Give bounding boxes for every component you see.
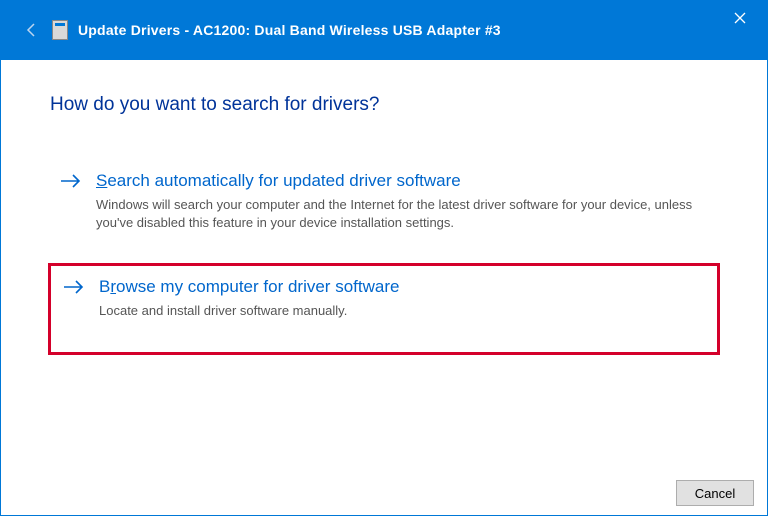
option-desc: Locate and install driver software manua…: [99, 302, 705, 320]
close-button[interactable]: [720, 4, 760, 32]
arrow-left-icon: [24, 22, 40, 38]
wizard-body: How do you want to search for drivers? S…: [0, 60, 768, 355]
device-icon: [52, 20, 68, 40]
arrow-right-icon: [60, 172, 82, 190]
option-title: Browse my computer for driver software: [99, 276, 705, 298]
option-browse-computer[interactable]: Browse my computer for driver software L…: [48, 263, 720, 355]
titlebar: Update Drivers - AC1200: Dual Band Wirel…: [0, 0, 768, 60]
option-text: Search automatically for updated driver …: [96, 170, 708, 231]
close-icon: [734, 12, 746, 24]
option-search-auto[interactable]: Search automatically for updated driver …: [48, 160, 720, 245]
option-desc: Windows will search your computer and th…: [96, 196, 708, 231]
arrow-right-icon: [63, 278, 85, 296]
option-title: Search automatically for updated driver …: [96, 170, 708, 192]
back-button[interactable]: [18, 16, 46, 44]
cancel-button[interactable]: Cancel: [676, 480, 754, 506]
page-heading: How do you want to search for drivers?: [50, 94, 720, 116]
option-text: Browse my computer for driver software L…: [99, 276, 705, 320]
window-title: Update Drivers - AC1200: Dual Band Wirel…: [78, 22, 501, 38]
footer: Cancel: [676, 480, 754, 506]
